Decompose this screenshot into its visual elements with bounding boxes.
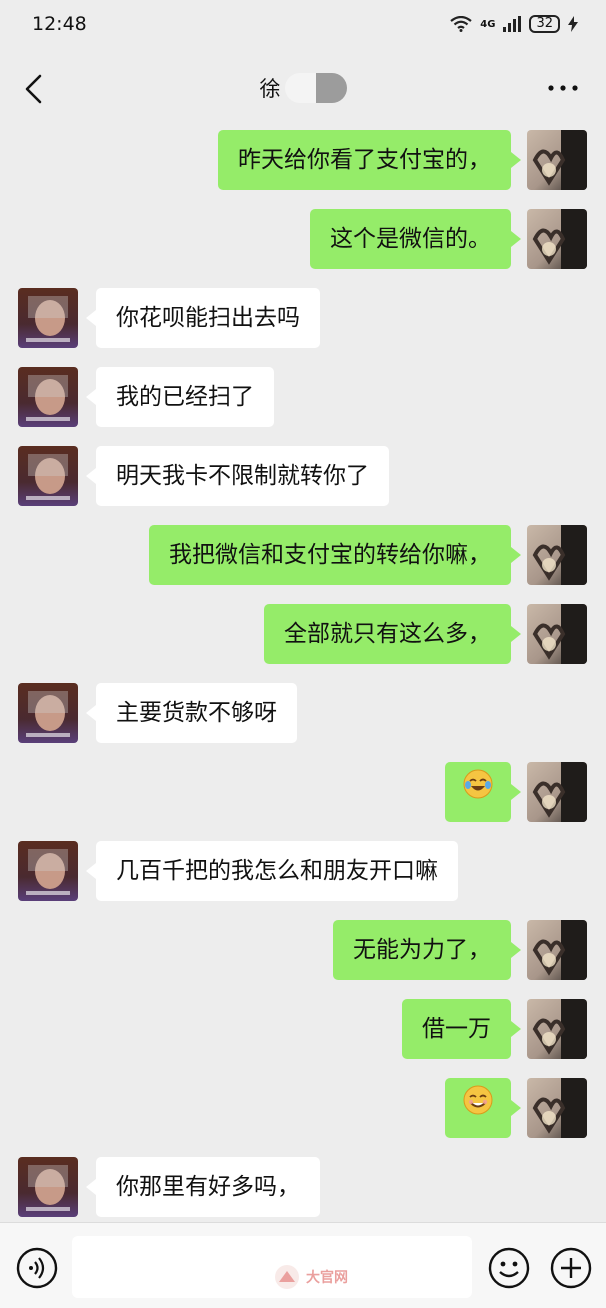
emoji-picker-icon[interactable] xyxy=(488,1247,530,1289)
chat-title: 徐 xyxy=(260,73,347,103)
contact-avatar[interactable] xyxy=(18,288,78,348)
message-text: 无能为力了， xyxy=(353,937,491,963)
message-text: 你花呗能扫出去吗 xyxy=(116,305,300,331)
message-text: 借一万 xyxy=(422,1016,491,1042)
battery-level: 32 xyxy=(529,15,560,33)
message-row: 借一万 xyxy=(0,999,606,1059)
message-text: 几百千把的我怎么和朋友开口嘛 xyxy=(116,858,438,884)
wifi-icon xyxy=(450,16,472,32)
watermark-text: 大官网 xyxy=(306,1270,348,1286)
message-row: 无能为力了， xyxy=(0,920,606,980)
my-avatar[interactable] xyxy=(527,1078,587,1138)
received-message-bubble[interactable]: 几百千把的我怎么和朋友开口嘛 xyxy=(86,841,458,901)
message-row: 昨天给你看了支付宝的， xyxy=(0,130,606,190)
message-row: 你那里有好多吗， xyxy=(0,1157,606,1217)
message-row: 我把微信和支付宝的转给你嘛， xyxy=(0,525,606,585)
my-avatar[interactable] xyxy=(527,209,587,269)
sent-message-bubble[interactable]: 我把微信和支付宝的转给你嘛， xyxy=(149,525,521,585)
my-avatar[interactable] xyxy=(527,130,587,190)
message-row: 我的已经扫了 xyxy=(0,367,606,427)
contact-avatar[interactable] xyxy=(18,683,78,743)
voice-input-icon[interactable] xyxy=(16,1247,58,1289)
message-row xyxy=(0,1078,606,1138)
grinning-icon xyxy=(463,1078,493,1138)
message-input[interactable] xyxy=(72,1236,472,1298)
my-avatar[interactable] xyxy=(527,920,587,980)
message-row: 这个是微信的。 xyxy=(0,209,606,269)
message-row: 全部就只有这么多， xyxy=(0,604,606,664)
message-row: 几百千把的我怎么和朋友开口嘛 xyxy=(0,841,606,901)
more-options-icon[interactable] xyxy=(546,78,580,98)
my-avatar[interactable] xyxy=(527,604,587,664)
status-icons: 4G 32 xyxy=(450,15,578,33)
back-arrow-icon[interactable] xyxy=(20,72,50,106)
message-text: 主要货款不够呀 xyxy=(116,700,277,726)
received-message-bubble[interactable]: 明天我卡不限制就转你了 xyxy=(86,446,389,506)
charging-icon xyxy=(568,16,578,32)
message-text: 这个是微信的。 xyxy=(330,226,491,252)
contact-avatar[interactable] xyxy=(18,841,78,901)
message-row: 主要货款不够呀 xyxy=(0,683,606,743)
contact-avatar[interactable] xyxy=(18,446,78,506)
add-attachment-icon[interactable] xyxy=(550,1247,592,1289)
my-avatar[interactable] xyxy=(527,999,587,1059)
message-text: 我的已经扫了 xyxy=(116,384,254,410)
my-avatar[interactable] xyxy=(527,762,587,822)
sent-message-bubble[interactable]: 昨天给你看了支付宝的， xyxy=(218,130,521,190)
chat-header: 徐 xyxy=(0,48,606,128)
message-text: 我把微信和支付宝的转给你嘛， xyxy=(169,542,491,568)
sent-message-bubble[interactable]: 无能为力了， xyxy=(333,920,521,980)
sent-message-bubble[interactable] xyxy=(445,1078,521,1138)
my-avatar[interactable] xyxy=(527,525,587,585)
name-redaction xyxy=(284,73,347,103)
contact-name: 徐 xyxy=(259,77,281,101)
sent-message-bubble[interactable]: 全部就只有这么多， xyxy=(264,604,521,664)
crying-laughing-icon xyxy=(463,762,493,822)
received-message-bubble[interactable]: 你花呗能扫出去吗 xyxy=(86,288,320,348)
message-text: 你那里有好多吗， xyxy=(116,1174,300,1200)
contact-avatar[interactable] xyxy=(18,367,78,427)
watermark: 大官网 xyxy=(274,1264,348,1290)
sent-message-bubble[interactable]: 这个是微信的。 xyxy=(310,209,521,269)
signal-icon xyxy=(503,16,522,32)
message-row xyxy=(0,762,606,822)
message-row: 你花呗能扫出去吗 xyxy=(0,288,606,348)
sent-message-bubble[interactable] xyxy=(445,762,521,822)
message-text: 全部就只有这么多， xyxy=(284,621,491,647)
message-text: 昨天给你看了支付宝的， xyxy=(238,147,491,173)
message-row: 明天我卡不限制就转你了 xyxy=(0,446,606,506)
received-message-bubble[interactable]: 我的已经扫了 xyxy=(86,367,274,427)
message-text: 明天我卡不限制就转你了 xyxy=(116,463,369,489)
watermark-logo-icon xyxy=(275,1265,299,1289)
status-time: 12:48 xyxy=(32,13,87,35)
received-message-bubble[interactable]: 你那里有好多吗， xyxy=(86,1157,320,1217)
status-bar: 12:48 4G 32 xyxy=(0,0,606,48)
sent-message-bubble[interactable]: 借一万 xyxy=(402,999,521,1059)
contact-avatar[interactable] xyxy=(18,1157,78,1217)
received-message-bubble[interactable]: 主要货款不够呀 xyxy=(86,683,297,743)
network-type: 4G xyxy=(480,18,496,30)
